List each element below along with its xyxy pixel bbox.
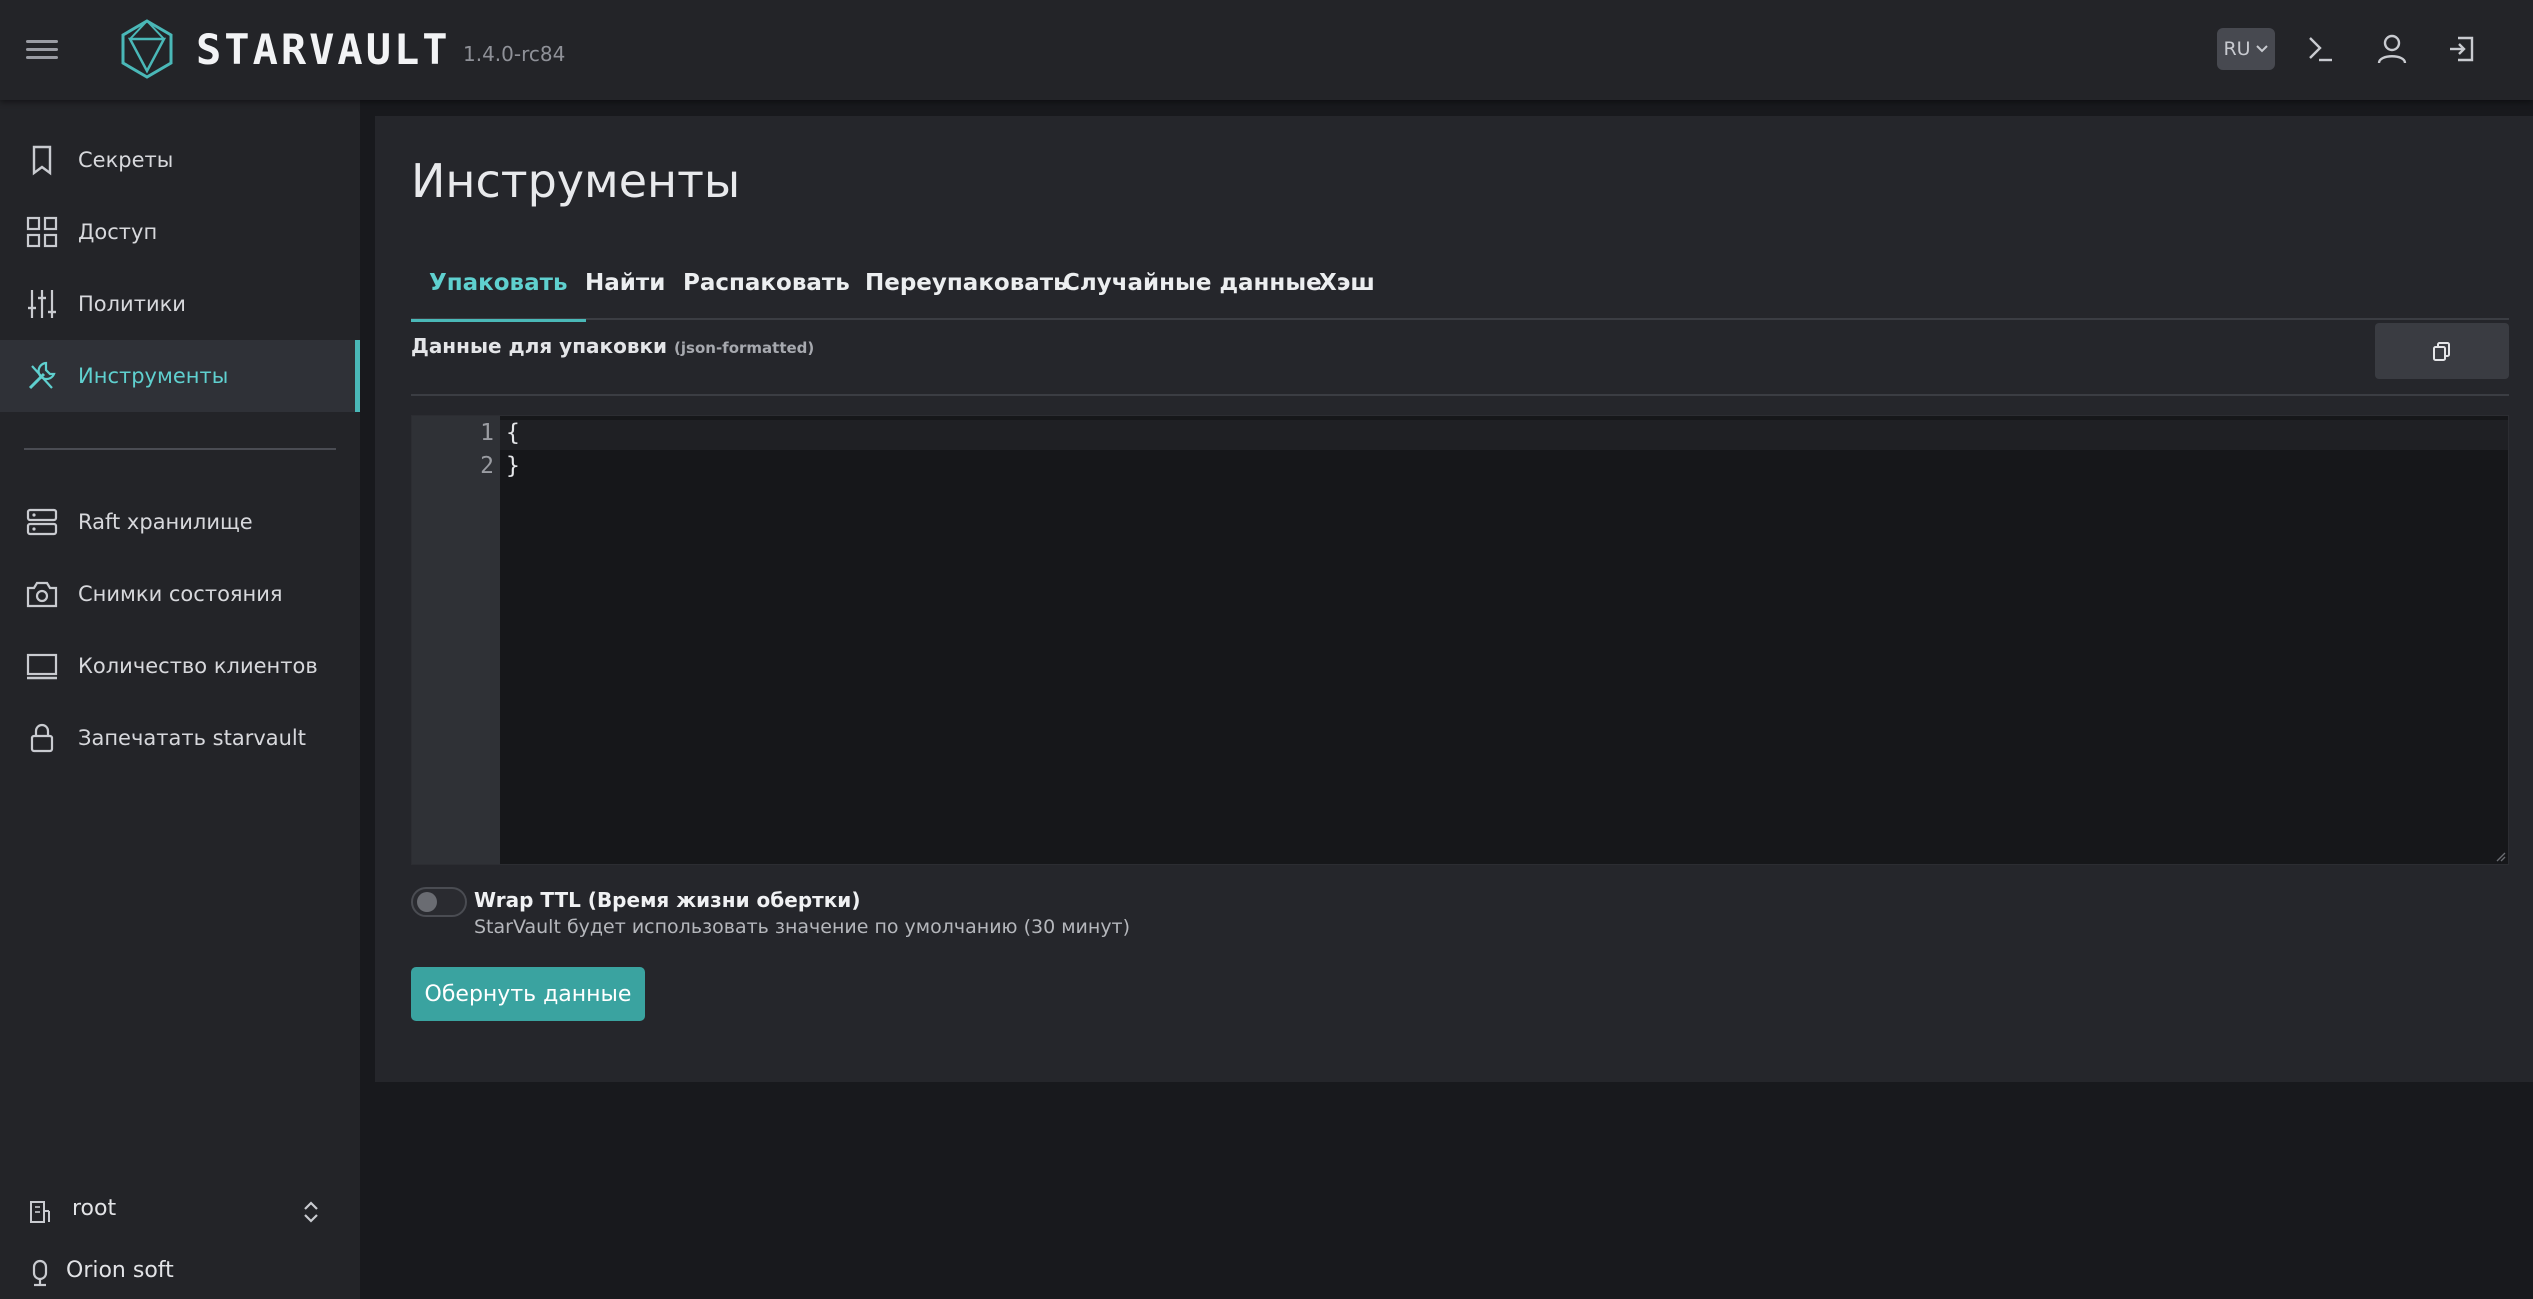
menu-icon[interactable]: [26, 36, 58, 64]
logo-icon[interactable]: [120, 19, 174, 79]
wrap-data-button[interactable]: Обернуть данные: [411, 967, 645, 1021]
user-icon[interactable]: [2373, 30, 2411, 68]
namespace-picker[interactable]: root: [0, 1190, 360, 1234]
organization-info: Orion soft: [0, 1252, 360, 1292]
resize-handle-icon[interactable]: [2494, 850, 2506, 862]
language-label: RU: [2223, 38, 2251, 60]
sidebar-item-raft-storage[interactable]: Raft хранилище: [0, 486, 360, 558]
sidebar-item-label: Количество клиентов: [78, 654, 318, 678]
json-editor[interactable]: 1 2 { }: [411, 415, 2509, 865]
grid-icon: [26, 216, 58, 248]
top-header: STARVAULT 1.4.0-rc84 RU: [0, 0, 2533, 100]
code-line: {: [506, 420, 520, 446]
sidebar-item-policies[interactable]: Политики: [0, 268, 360, 340]
logout-icon[interactable]: [2444, 30, 2482, 68]
sidebar-item-tools[interactable]: Инструменты: [0, 340, 360, 412]
brand-name[interactable]: STARVAULT: [196, 22, 451, 78]
active-line-highlight: [500, 420, 2508, 450]
chevron-updown-icon: [304, 1201, 318, 1223]
wrap-ttl-subtitle: StarVault будет использовать значение по…: [474, 916, 1131, 938]
sidebar: Секреты Доступ Политики Инструменты Raft…: [0, 100, 360, 1299]
copy-button[interactable]: [2375, 323, 2509, 379]
line-number: 1: [480, 420, 494, 446]
camera-icon: [26, 581, 58, 608]
code-line: }: [506, 453, 520, 479]
sidebar-item-label: Секреты: [78, 148, 174, 172]
sidebar-item-label: Снимки состояния: [78, 582, 283, 606]
field-label-hint: (json-formatted): [674, 339, 815, 357]
building-icon: [30, 1201, 50, 1223]
tab-random[interactable]: Случайные данные: [1045, 246, 1340, 320]
terminal-icon[interactable]: [2301, 30, 2339, 68]
tab-wrap[interactable]: Упаковать: [411, 246, 586, 322]
server-icon: [26, 508, 58, 536]
sidebar-item-secrets[interactable]: Секреты: [0, 124, 360, 196]
language-select[interactable]: RU: [2217, 28, 2275, 70]
chevron-down-icon: [2255, 45, 2268, 53]
namespace-label: root: [72, 1196, 117, 1221]
wrap-ttl-title: Wrap TTL (Время жизни обертки): [474, 888, 861, 912]
sidebar-divider: [24, 448, 336, 450]
data-field-label: Данные для упаковки (json-formatted): [411, 334, 814, 358]
toggle-knob: [417, 892, 437, 912]
sidebar-item-client-count[interactable]: Количество клиентов: [0, 630, 360, 702]
tools-tabs: Упаковать Найти Распаковать Переупаковат…: [411, 246, 2509, 322]
org-logo-icon: [32, 1259, 48, 1287]
version-label: 1.4.0-rc84: [463, 42, 566, 66]
sidebar-item-label: Доступ: [78, 220, 158, 244]
tools-icon: [28, 361, 56, 390]
sidebar-item-snapshots[interactable]: Снимки состояния: [0, 558, 360, 630]
sidebar-item-label: Raft хранилище: [78, 510, 253, 534]
sidebar-item-label: Запечатать starvault: [78, 726, 306, 750]
field-divider: [411, 394, 2509, 396]
tab-hash[interactable]: Хэш: [1301, 246, 1393, 320]
page-title: Инструменты: [411, 154, 741, 208]
main-panel: Инструменты Упаковать Найти Распаковать …: [375, 116, 2533, 1082]
copy-icon: [2433, 342, 2450, 361]
bookmark-icon: [32, 145, 52, 176]
sidebar-item-label: Инструменты: [78, 364, 229, 388]
organization-label: Orion soft: [66, 1258, 174, 1283]
sidebar-item-access[interactable]: Доступ: [0, 196, 360, 268]
sidebar-item-seal[interactable]: Запечатать starvault: [0, 702, 360, 774]
field-label-text: Данные для упаковки: [411, 334, 668, 358]
lock-icon: [30, 723, 54, 753]
line-number: 2: [480, 453, 494, 479]
editor-gutter: 1 2: [412, 416, 500, 864]
sidebar-item-label: Политики: [78, 292, 186, 316]
sliders-icon: [28, 290, 56, 318]
wrap-ttl-toggle[interactable]: [411, 887, 467, 917]
tab-unwrap[interactable]: Распаковать: [665, 246, 868, 320]
monitor-icon: [26, 653, 58, 680]
